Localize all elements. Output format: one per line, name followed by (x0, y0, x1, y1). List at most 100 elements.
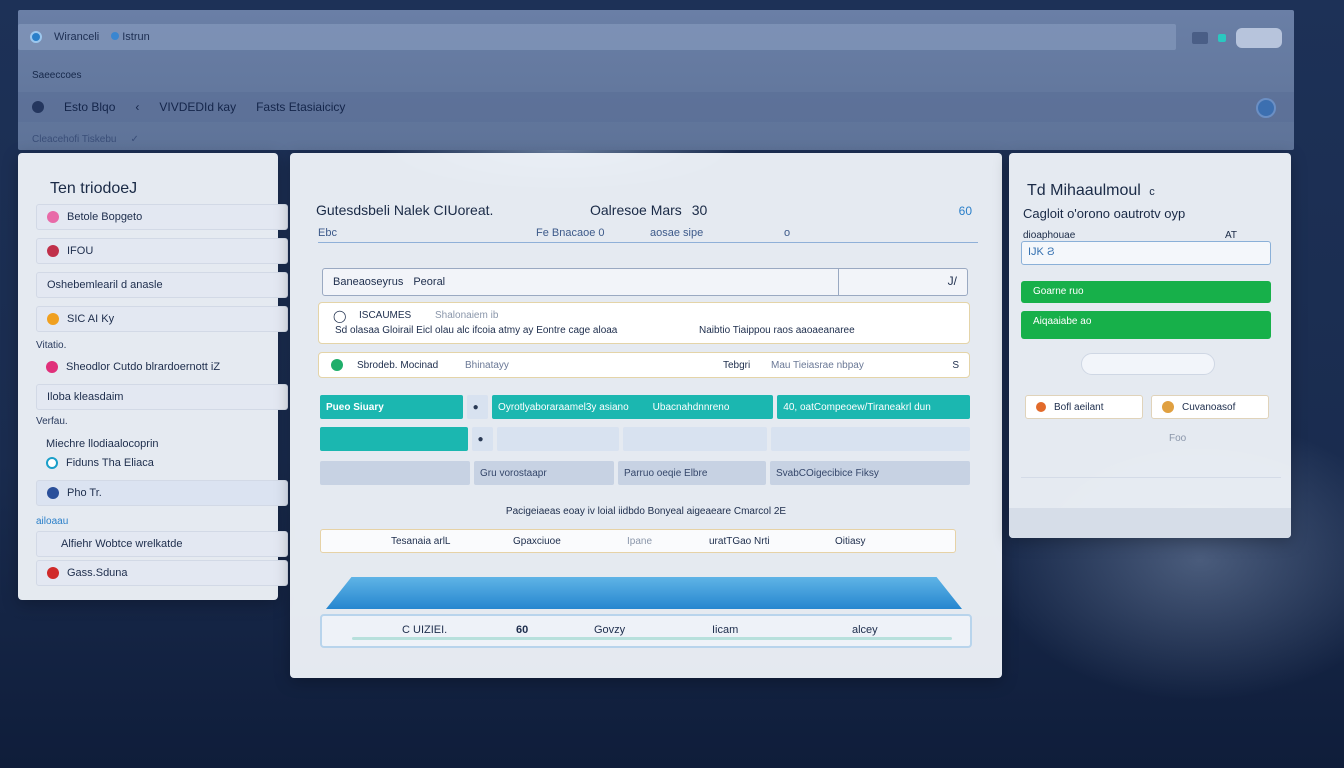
sidebar-item-8[interactable]: Fiduns Tha Eliaca (36, 450, 288, 476)
sidebar-section-2: Verfau. (36, 416, 68, 427)
app-window: Wiranceli Istrun Saeeccoes Esto Blqo ‹ V… (18, 10, 1294, 150)
action-bar: Tesanaia arlL Gpaxciuoe Ipane uratTGao N… (320, 529, 956, 553)
card-subtitle: Shalonaiem ib (435, 310, 499, 321)
tab-dot-icon (111, 32, 120, 40)
sidebar-item-label: SIC AI Ky (67, 313, 115, 325)
primary-button[interactable]: Goarne ruo (1021, 281, 1271, 303)
toolbar-item[interactable]: Cleacehofi Tiskebu (32, 134, 117, 145)
table-cell: Pueo Siuary (320, 395, 463, 419)
breadcrumb-item-1[interactable]: Esto Blqo (64, 100, 115, 114)
filter-end[interactable]: o (784, 227, 790, 239)
sidebar-item-label: Pho Tr. (67, 487, 102, 499)
tab-home[interactable]: Wiranceli (54, 31, 99, 43)
back-chevron-icon[interactable]: ‹ (135, 100, 139, 114)
sidebar-item-label: Betole Bopgeto (67, 211, 143, 223)
alert-icon (47, 567, 59, 579)
action-item[interactable]: Gpaxciuoe (513, 536, 561, 547)
right-panel-footer (1009, 508, 1291, 538)
table-cell (497, 427, 620, 451)
footer-progress (352, 637, 952, 640)
filter-right[interactable]: aosae sipe (650, 227, 703, 239)
toolbar-row: Cleacehofi Tiskebu ✓ (32, 134, 139, 145)
table-cell-text: Oyrotlyaboraraamel3y asiano (498, 401, 629, 413)
table-cell-text: Ubacnahdnnreno (652, 401, 730, 413)
field-counter: AT (1224, 230, 1237, 241)
red-dot-icon (47, 245, 59, 257)
action-item[interactable]: Tesanaia arlL (391, 536, 450, 547)
sidebar-item-label: Iloba kleasdaim (47, 391, 124, 403)
filter-label[interactable]: Ebc (318, 227, 337, 239)
sidebar-item-6[interactable]: Iloba kleasdaim (36, 384, 288, 410)
profile-toggle[interactable] (1236, 28, 1282, 48)
right-panel-title-text: Td Mihaaulmoul (1027, 182, 1141, 199)
sidebar-item-1[interactable]: Betole Bopgeto (36, 204, 288, 230)
tab-second[interactable]: Istrun (111, 31, 150, 43)
circle-icon (46, 457, 58, 469)
footer-item[interactable]: Govzy (594, 624, 625, 636)
table-cell (770, 427, 970, 451)
secondary-green-button[interactable]: Aiqaaiabe ao (1021, 311, 1271, 339)
chip-label: Bofl aeilant (1054, 401, 1104, 413)
search-divider (838, 269, 839, 295)
action-item[interactable]: Oitiasy (835, 536, 866, 547)
divider (1021, 477, 1281, 478)
sidebar-item-11[interactable]: Gass.Sduna (36, 560, 288, 586)
table-cell: Oyrotlyaboraraamel3y asiano Ubacnahdnnre… (492, 395, 774, 419)
sidebar-section-1: Vitatio. (36, 340, 67, 351)
action-item[interactable]: uratTGao Nrti (709, 536, 770, 547)
footer-bar: C UIZIEI. 60 Govzy Iicam alcey (320, 614, 972, 648)
title-bar: Wiranceli Istrun (18, 24, 1176, 50)
footer-item[interactable]: alcey (852, 624, 878, 636)
sidebar-item-label: Miechre llodiaalocoprin (46, 438, 159, 450)
minimize-icon[interactable] (1192, 32, 1208, 44)
right-panel-title: Td Mihaaulmoul c (1027, 182, 1155, 200)
window-controls (1192, 28, 1282, 48)
status-indicator-icon (1218, 34, 1226, 42)
breadcrumb-item-3[interactable]: Fasts Etasiaicicy (256, 100, 345, 114)
right-panel-title-suffix: c (1149, 186, 1155, 198)
result-card-2[interactable]: Sbrodeb. Mocinad Bhinatayy Tebgri Mau Ti… (318, 352, 970, 378)
text-field[interactable]: IJK Ϩ (1021, 241, 1271, 265)
chevron-down-icon[interactable]: J/ (948, 274, 957, 288)
breadcrumb-item-2[interactable]: VIVDEDId kay (159, 100, 236, 114)
sidebar-item-label: Gass.Sduna (67, 567, 128, 579)
filter-mid[interactable]: Fe Bnacaoe 0 (536, 227, 605, 239)
sidebar-section-3: ailoaau (36, 516, 69, 527)
table-row[interactable]: ● (320, 427, 970, 451)
table-caption: Pacigeiaeas eoay iv loial iidbdo Bonyeal… (505, 506, 787, 517)
corner-count: 60 (958, 204, 972, 218)
card-body-2: Naibtio Tiaippou raos aaoaeanaree (699, 325, 855, 336)
sidebar-item-4[interactable]: SIC AI Ky (36, 306, 288, 332)
chip-button[interactable]: Bofl aeilant (1025, 395, 1143, 419)
home-icon[interactable] (32, 101, 44, 113)
status-dot-icon (331, 359, 343, 371)
footer-item[interactable]: Iicam (712, 624, 738, 636)
card-icon: ◯ (333, 309, 347, 323)
toggle-pill[interactable] (1081, 353, 1215, 375)
subnav-label[interactable]: Saeeccoes (32, 70, 81, 81)
hint-text: Foo (1169, 433, 1187, 444)
pink-dot-icon (47, 211, 59, 223)
sidebar-item-2[interactable]: IFOU (36, 238, 288, 264)
footer-item[interactable]: C UIZIEI. (402, 624, 447, 636)
sidebar-item-5[interactable]: Sheodlor Cutdo blrardoernott iZ (36, 354, 288, 380)
sidebar-item-10[interactable]: Alfiehr Wobtce wrelkatde (36, 531, 288, 557)
table-cell: Parruo oeqie Elbre (618, 461, 766, 485)
badge-icon (1162, 401, 1174, 413)
result-card[interactable]: ◯ ISCAUMES Shalonaiem ib Sd olasaa Gloir… (318, 302, 970, 344)
check-icon[interactable]: ✓ (131, 134, 139, 145)
right-panel-subtitle: Cagloit o'orono oautrotv oyp (1023, 206, 1186, 221)
table-row[interactable]: Pueo Siuary ● Oyrotlyaboraraamel3y asian… (320, 395, 970, 419)
progress-tray (326, 577, 962, 609)
right-panel: Td Mihaaulmoul c Cagloit o'orono oautrot… (1009, 153, 1291, 538)
sidebar-item-9[interactable]: Pho Tr. (36, 480, 288, 506)
chip-button[interactable]: Cuvanoasof (1151, 395, 1269, 419)
avatar[interactable] (1256, 98, 1276, 118)
action-item[interactable]: Ipane (627, 536, 652, 547)
sidebar-item-3[interactable]: Oshebemlearil d anasle (36, 272, 288, 298)
cell-icon: ● (466, 395, 489, 419)
search-input[interactable]: Baneaoseyrus Peoral J/ (322, 268, 968, 296)
card-2-title: Sbrodeb. Mocinad (357, 360, 439, 371)
table-cell: Gru vorostaapr (474, 461, 614, 485)
table-row[interactable]: Gru vorostaapr Parruo oeqie Elbre SvabCO… (320, 461, 970, 485)
